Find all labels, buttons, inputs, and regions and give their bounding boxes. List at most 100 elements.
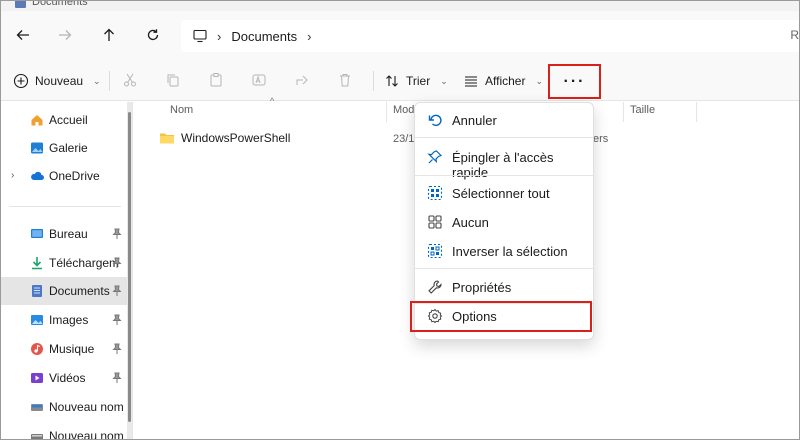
pin-icon (427, 150, 443, 164)
wrench-icon (428, 280, 442, 294)
column-header-modified[interactable]: Mod (393, 104, 414, 116)
sidebar-item-onedrive[interactable]: › OneDrive (1, 162, 127, 190)
chevron-right-icon[interactable]: › (11, 170, 14, 181)
breadcrumb-chevron-icon[interactable]: › (307, 29, 311, 44)
breadcrumb-documents[interactable]: Documents (231, 29, 297, 44)
window-title: Documents (32, 0, 88, 8)
sidebar-item-nouveau-nom-1[interactable]: Nouveau nom ( (1, 393, 127, 421)
sidebar-item-telechargements[interactable]: Téléchargem (1, 249, 127, 277)
sidebar-item-videos[interactable]: Vidéos (1, 364, 127, 392)
documents-icon (32, 285, 42, 297)
invert-selection-icon (427, 243, 443, 259)
address-bar[interactable]: › Documents › R (181, 20, 799, 52)
new-button[interactable]: Nouveau ⌄ (13, 69, 101, 93)
sidebar-item-galerie[interactable]: Galerie (1, 134, 127, 162)
menu-item-undo[interactable]: Annuler (417, 106, 593, 134)
column-header-name[interactable]: Nom (170, 104, 193, 116)
cut-button[interactable] (121, 71, 139, 89)
sidebar-item-documents[interactable]: Documents (1, 277, 127, 305)
sidebar-item-bureau[interactable]: Bureau (1, 220, 127, 248)
column-divider[interactable] (386, 102, 387, 122)
navigation-pane: Accueil Galerie › OneDrive Bureau Téléch… (1, 102, 132, 439)
arrow-left-icon (16, 30, 29, 40)
folder-icon (160, 133, 174, 144)
refresh-button[interactable] (141, 23, 165, 47)
sort-button[interactable]: Trier ⌄ (384, 69, 448, 93)
chevron-down-icon: ⌄ (440, 75, 448, 86)
sort-label: Trier (406, 74, 431, 88)
toolbar-divider (109, 71, 110, 91)
up-button[interactable] (97, 23, 121, 47)
menu-item-select-none[interactable]: Aucun (417, 208, 593, 236)
table-row[interactable]: WindowsPowerShell (159, 131, 290, 145)
share-button[interactable] (293, 71, 311, 89)
share-icon (296, 75, 308, 85)
column-header-size[interactable]: Taille (630, 104, 655, 116)
home-icon (31, 115, 43, 126)
column-divider[interactable] (623, 102, 624, 122)
scissors-icon (124, 73, 136, 87)
rename-button[interactable] (250, 71, 268, 89)
desktop-icon (31, 229, 43, 238)
back-button[interactable] (11, 23, 35, 47)
folder-tab-icon (15, 1, 26, 8)
menu-item-pin-quick-access[interactable]: Épingler à l'accès rapide (417, 143, 593, 180)
menu-separator (415, 175, 593, 176)
sidebar-item-accueil[interactable]: Accueil (1, 106, 127, 134)
view-button[interactable]: Afficher ⌄ (463, 69, 543, 93)
pin-icon (112, 343, 122, 354)
column-divider[interactable] (696, 102, 697, 122)
computer-icon (193, 29, 207, 43)
music-icon (31, 343, 43, 355)
forward-button[interactable] (53, 23, 77, 47)
select-all-icon (427, 185, 443, 201)
gallery-icon (31, 142, 43, 154)
view-lines-icon (465, 76, 477, 87)
options-highlight (410, 301, 592, 332)
trash-icon (340, 74, 350, 87)
search-box-partial[interactable]: R (790, 28, 799, 42)
address-row: › Documents › R (1, 11, 799, 61)
sidebar-item-images[interactable]: Images (1, 306, 127, 334)
file-type: ers (593, 133, 609, 145)
command-bar: Nouveau ⌄ Trier ⌄ Afficher ⌄ ··· (1, 61, 799, 101)
pin-icon (112, 228, 122, 239)
pin-icon (112, 285, 122, 296)
pin-icon (112, 372, 122, 383)
window-tab[interactable]: Documents (15, 0, 88, 9)
sort-ascending-icon: ^ (270, 96, 275, 106)
drive-icon (31, 434, 43, 439)
videos-icon (31, 373, 43, 383)
chevron-down-icon: ⌄ (535, 75, 544, 86)
sidebar-divider (9, 206, 121, 207)
menu-separator (415, 137, 593, 138)
see-more-button[interactable]: ··· (548, 64, 601, 99)
images-icon (31, 315, 43, 325)
delete-button[interactable] (336, 71, 354, 89)
toolbar-divider (373, 71, 374, 91)
drive-icon (31, 404, 43, 411)
more-dots-icon: ··· (563, 72, 586, 90)
arrow-right-icon (59, 30, 72, 40)
file-explorer-window: Documents › Documents › R Nouveau ⌄ Trie… (0, 0, 800, 440)
scrollbar-thumb[interactable] (128, 112, 131, 422)
sidebar-item-nouveau-nom-2[interactable]: Nouveau nom ( (1, 422, 127, 439)
view-label: Afficher (485, 74, 526, 88)
paste-button[interactable] (207, 71, 225, 89)
undo-icon (428, 114, 442, 127)
cloud-icon (31, 171, 44, 180)
menu-item-invert-selection[interactable]: Inverser la sélection (417, 237, 593, 265)
new-label: Nouveau (35, 74, 84, 88)
refresh-icon (147, 29, 159, 41)
menu-item-select-all[interactable]: Sélectionner tout (417, 179, 593, 207)
copy-button[interactable] (164, 71, 182, 89)
file-name: WindowsPowerShell (181, 131, 291, 145)
select-none-icon (428, 215, 442, 229)
rename-icon (252, 74, 266, 86)
pin-icon (112, 257, 122, 268)
arrow-up-icon (104, 28, 114, 41)
sidebar-item-musique[interactable]: Musique (1, 335, 127, 363)
menu-item-properties[interactable]: Propriétés (417, 273, 593, 301)
pin-icon (112, 314, 122, 325)
plus-circle-icon (13, 73, 29, 89)
